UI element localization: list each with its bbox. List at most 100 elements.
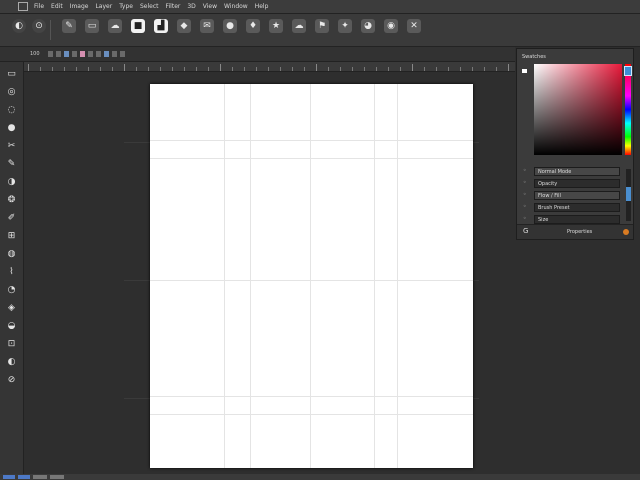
panel-row[interactable]: Opacity bbox=[534, 179, 620, 188]
globe-button[interactable]: ◕ bbox=[359, 19, 377, 41]
status-chip[interactable] bbox=[50, 475, 64, 479]
menu-item-3d[interactable]: 3D bbox=[187, 3, 195, 10]
brush-mode-control[interactable]: ⊙ bbox=[30, 19, 48, 41]
drop-button[interactable]: ● bbox=[221, 19, 239, 41]
panel-row[interactable]: Brush Preset bbox=[534, 203, 620, 212]
status-chip[interactable] bbox=[3, 475, 15, 479]
menu-item-type[interactable]: Type bbox=[119, 3, 133, 10]
spark-icon: ✦ bbox=[338, 19, 352, 33]
adjust-icon[interactable]: ◦ bbox=[523, 179, 527, 186]
star-button[interactable]: ★ bbox=[267, 19, 285, 41]
smudge-button[interactable]: ☁ bbox=[106, 19, 124, 41]
brush-icon: ♦ bbox=[246, 19, 260, 33]
ruler-tick bbox=[412, 64, 413, 71]
panel-row[interactable]: Normal Mode bbox=[534, 167, 620, 176]
ruler-tick bbox=[232, 67, 233, 71]
ruler-tick bbox=[448, 67, 449, 71]
mail-icon: ✉ bbox=[200, 19, 214, 33]
brush-size-control[interactable]: ◐ bbox=[10, 19, 28, 41]
align-right-icon[interactable] bbox=[63, 51, 69, 57]
cloud-icon: ☁ bbox=[292, 19, 306, 33]
toolbox-tool-5-icon[interactable]: ✂ bbox=[6, 140, 17, 151]
toolbox-tool-2-icon[interactable]: ◎ bbox=[6, 86, 17, 97]
menu-item-help[interactable]: Help bbox=[255, 3, 269, 10]
toolbox-tool-10-icon[interactable]: ⊞ bbox=[6, 230, 17, 241]
status-chip[interactable] bbox=[18, 475, 30, 479]
rulers-icon[interactable] bbox=[111, 51, 117, 57]
align-left-icon[interactable] bbox=[47, 51, 53, 57]
square-button[interactable]: ■ bbox=[129, 19, 147, 41]
flag-button[interactable]: ⚑ bbox=[313, 19, 331, 41]
align-center-icon[interactable] bbox=[55, 51, 61, 57]
panel-row[interactable]: Size bbox=[534, 215, 620, 224]
ruler-tick bbox=[388, 67, 389, 71]
menu-item-select[interactable]: Select bbox=[140, 3, 159, 10]
flag-icon: ⚑ bbox=[315, 19, 329, 33]
bucket-button[interactable]: ▟ bbox=[152, 19, 170, 41]
brush-button[interactable]: ♦ bbox=[244, 19, 262, 41]
toolbox-tool-3-icon[interactable]: ◌ bbox=[6, 104, 17, 115]
toolbox-tool-16-icon[interactable]: ⊡ bbox=[6, 338, 17, 349]
toolbox-tool-8-icon[interactable]: ❂ bbox=[6, 194, 17, 205]
ruler-tick bbox=[460, 67, 461, 71]
panel-row[interactable]: Flow / Fill bbox=[534, 191, 620, 200]
layers-icon[interactable]: ◦ bbox=[523, 191, 527, 198]
menu-item-view[interactable]: View bbox=[203, 3, 217, 10]
toolbox-tool-12-icon[interactable]: ⌇ bbox=[6, 266, 17, 277]
guides-icon[interactable] bbox=[95, 51, 101, 57]
foreground-swatch[interactable] bbox=[522, 69, 527, 73]
grid-line-horizontal bbox=[150, 396, 473, 397]
toolbox-tool-7-icon[interactable]: ◑ bbox=[6, 176, 17, 187]
toolbox-tool-11-icon[interactable]: ◍ bbox=[6, 248, 17, 259]
size-icon[interactable]: ◦ bbox=[523, 215, 527, 222]
toolbox-tool-6-icon[interactable]: ✎ bbox=[6, 158, 17, 169]
artboard[interactable] bbox=[150, 84, 473, 468]
hue-slider-track[interactable] bbox=[625, 64, 631, 155]
toolbox-tool-9-icon[interactable]: ✐ bbox=[6, 212, 17, 223]
globe-icon: ◕ bbox=[361, 19, 375, 33]
status-chip[interactable] bbox=[33, 475, 47, 479]
color-picker-field[interactable] bbox=[534, 64, 622, 155]
distribute-icon[interactable] bbox=[71, 51, 77, 57]
toolbox-tool-17-icon[interactable]: ◐ bbox=[6, 356, 17, 367]
eraser-button[interactable]: ▭ bbox=[83, 19, 101, 41]
grid-icon[interactable] bbox=[87, 51, 93, 57]
menu-item-edit[interactable]: Edit bbox=[51, 3, 63, 10]
horizontal-ruler[interactable] bbox=[24, 62, 515, 72]
toolbox-tool-18-icon[interactable]: ⊘ bbox=[6, 374, 17, 385]
toolbox-tool-1-icon[interactable]: ▭ bbox=[6, 68, 17, 79]
spark-button[interactable]: ✦ bbox=[336, 19, 354, 41]
ink-button[interactable]: ◉ bbox=[382, 19, 400, 41]
shield-button[interactable]: ◆ bbox=[175, 19, 193, 41]
ruler-tick bbox=[436, 67, 437, 71]
toolbox-tool-13-icon[interactable]: ◔ bbox=[6, 284, 17, 295]
footer-icon[interactable]: G bbox=[523, 227, 528, 235]
menu-item-image[interactable]: Image bbox=[70, 3, 89, 10]
status-bar bbox=[0, 474, 640, 480]
cloud-button[interactable]: ☁ bbox=[290, 19, 308, 41]
extras-icon[interactable] bbox=[119, 51, 125, 57]
toolbox-tool-14-icon[interactable]: ◈ bbox=[6, 302, 17, 313]
menu-item-filter[interactable]: Filter bbox=[166, 3, 181, 10]
pen-tool-button[interactable]: ✎ bbox=[60, 19, 78, 41]
brush-icon[interactable]: ◦ bbox=[523, 203, 527, 210]
mail-button[interactable]: ✉ bbox=[198, 19, 216, 41]
color-mode-icon[interactable] bbox=[79, 51, 85, 57]
hue-slider-handle[interactable] bbox=[624, 66, 632, 76]
toolbox-tool-15-icon[interactable]: ◒ bbox=[6, 320, 17, 331]
close-box-button[interactable]: ✕ bbox=[405, 19, 423, 41]
panel-scrollbar-thumb[interactable] bbox=[626, 187, 631, 201]
ruler-tick bbox=[40, 67, 41, 71]
menu-item-file[interactable]: File bbox=[34, 3, 44, 10]
status-dot-icon[interactable] bbox=[623, 229, 629, 235]
footer-label[interactable]: Properties bbox=[567, 229, 592, 235]
link-icon[interactable]: ◦ bbox=[523, 167, 527, 174]
toolbox: ▭ ◎ ◌ ● ✂ ✎ ◑ ❂ ✐ ⊞ ◍ ⌇ ◔ ◈ ◒ ⊡ ◐ ⊘ bbox=[0, 62, 24, 474]
menu-item-window[interactable]: Window bbox=[224, 3, 248, 10]
ruler-tick bbox=[292, 67, 293, 71]
toolbox-tool-4-icon[interactable]: ● bbox=[6, 122, 17, 133]
ruler-tick bbox=[484, 67, 485, 71]
snap-icon[interactable] bbox=[103, 51, 109, 57]
menu-item-layer[interactable]: Layer bbox=[95, 3, 112, 10]
ruler-tick bbox=[280, 67, 281, 71]
